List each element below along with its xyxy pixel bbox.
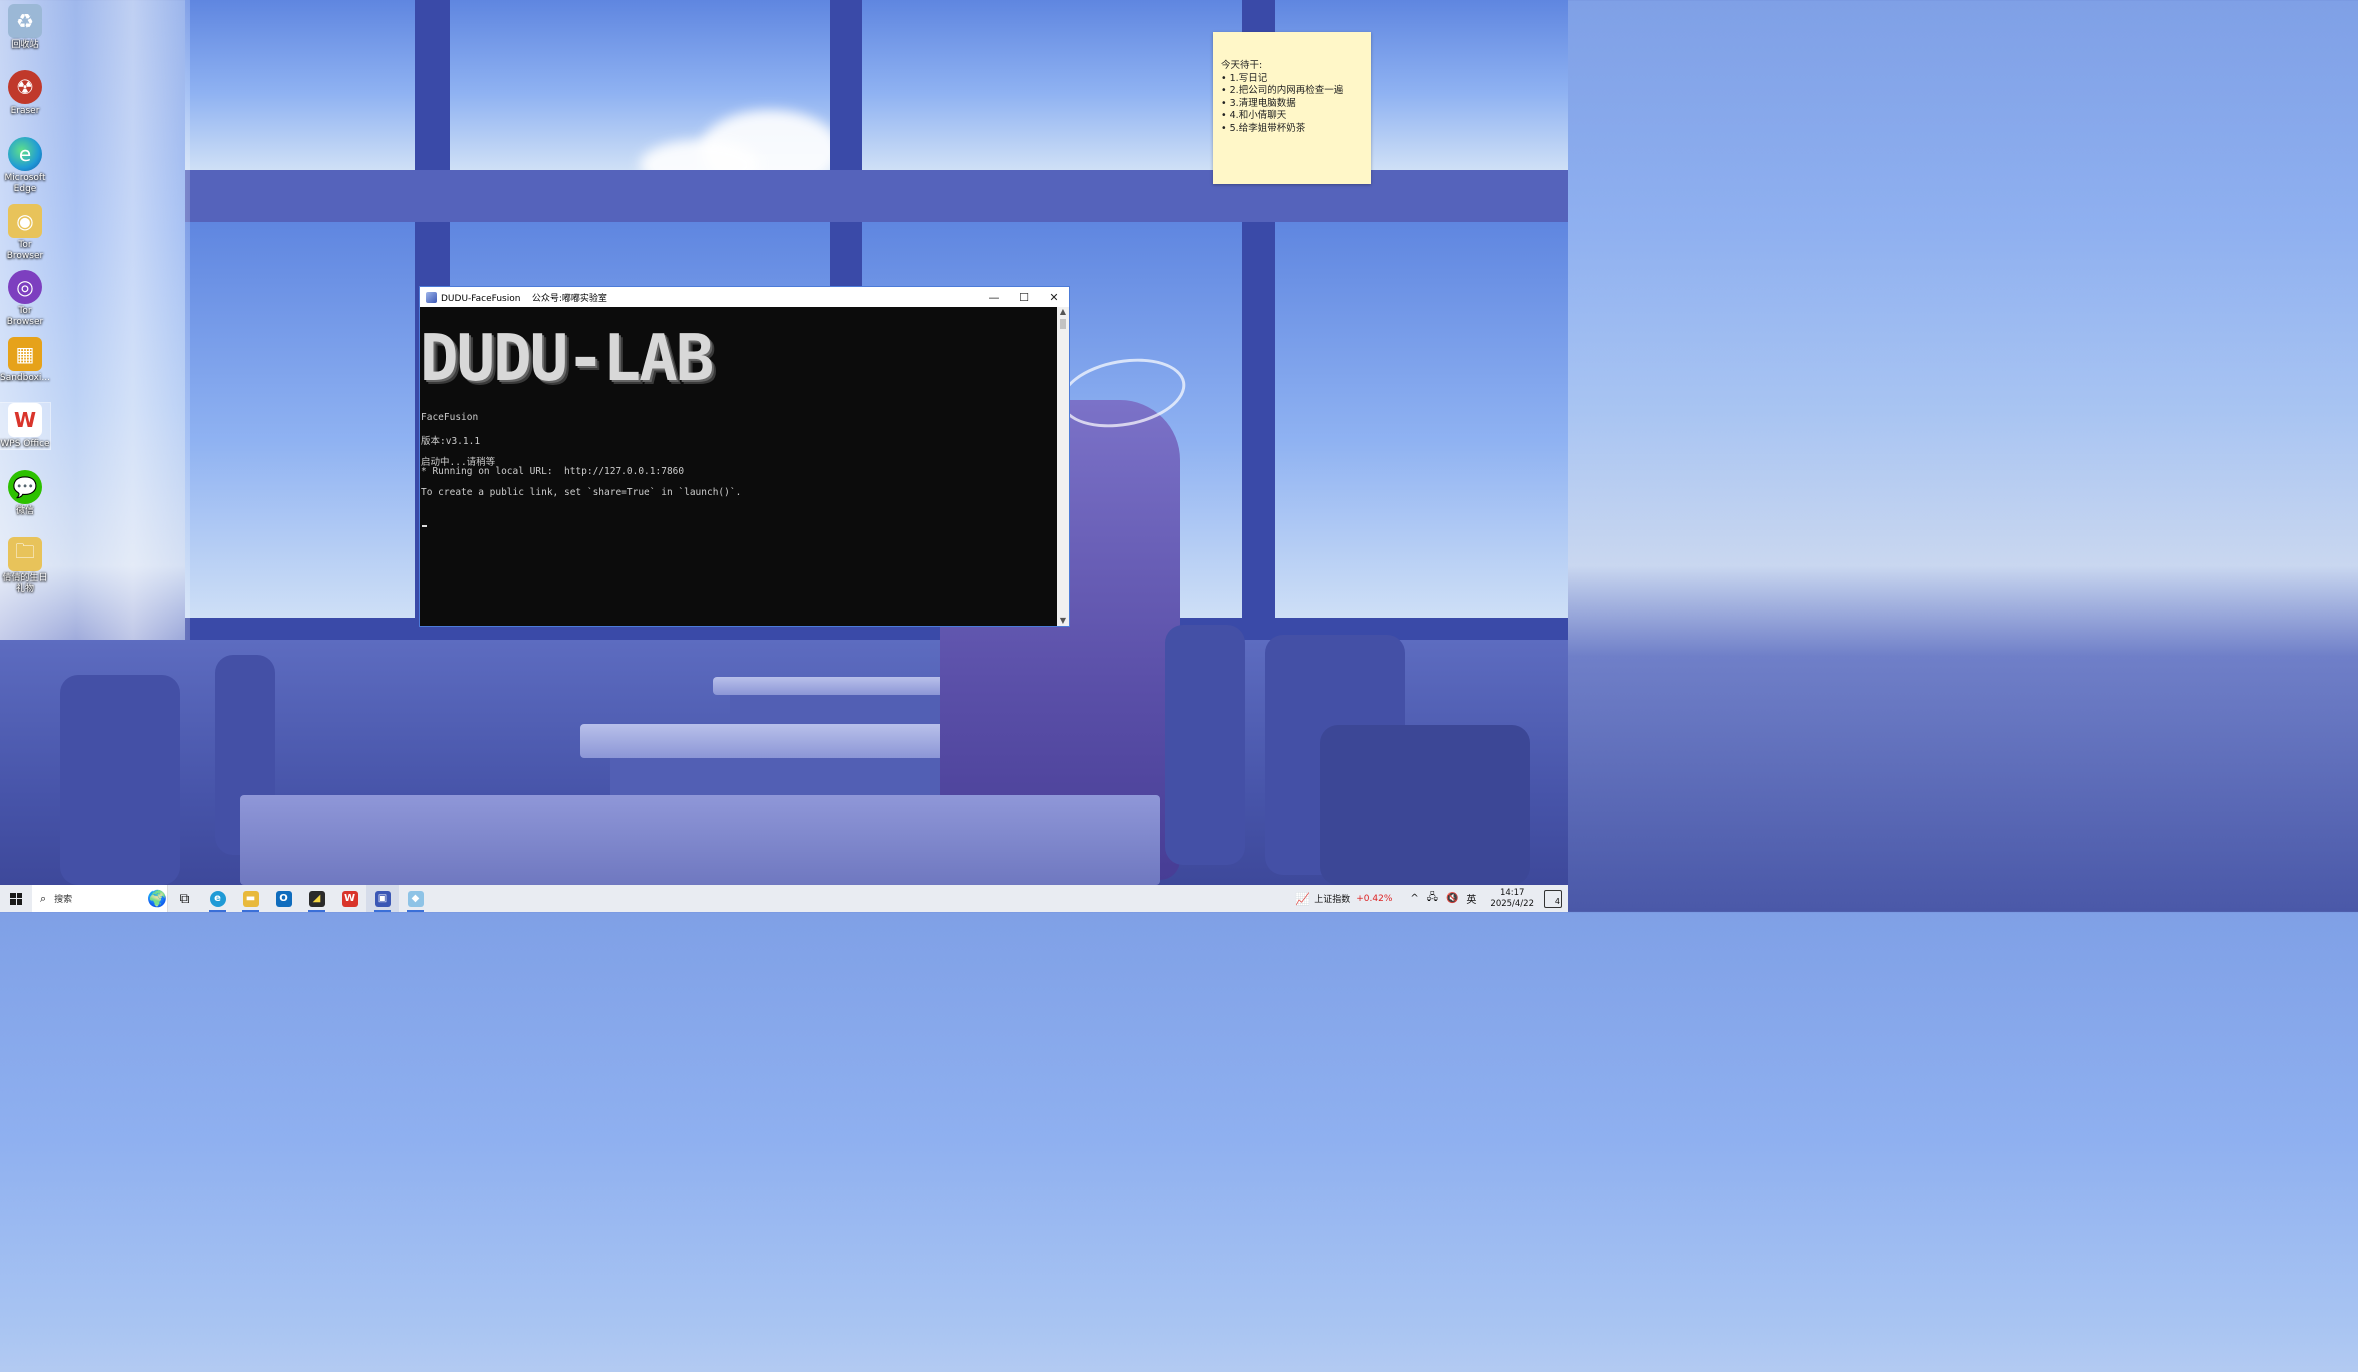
folder-icon: 🗀 [8,537,42,571]
note-item: 4.和小倩聊天 [1221,110,1363,123]
sticky-note[interactable]: 今天待干: 1.写日记 2.把公司的内网再检查一遍 3.清理电脑数据 4.和小倩… [1213,32,1371,184]
stock-name: 上证指数 [1314,895,1351,905]
console-line: * Running on local URL: http://127.0.0.1… [421,466,685,477]
ime-indicator[interactable]: 英 [1466,891,1476,906]
clock-time: 14:17 [1499,887,1525,898]
task-view-icon: ⧉ [179,890,190,907]
notification-center-button[interactable]: 4 [1544,889,1562,908]
icon-label: 回收站 [11,40,39,50]
note-title: 今天待干: [1221,60,1263,71]
text-cursor [422,525,427,527]
console-output[interactable]: DUDU-LAB FaceFusion 版本:v3.1.1 启动中...请稍等 … [420,307,1058,626]
icon-label: Tor Browser [6,240,44,261]
globe-icon: 🌍 [147,889,167,908]
taskbar: ⌕ 搜索 🌍 ⧉ e ▬ O ◢ W ▣ ◆ 📈 上证指数 +0.42% ^ 🖧… [0,885,1568,912]
notification-count: 4 [1554,896,1560,906]
note-item: 3.清理电脑数据 [1221,98,1363,111]
note-item: 2.把公司的内网再检查一遍 [1221,85,1363,98]
window-title: DUDU-FaceFusion 公众号:嘟嘟实验室 [441,293,607,304]
taskbar-outlook[interactable]: O [267,885,300,912]
scroll-thumb[interactable] [1060,319,1066,329]
icon-label: Eraser [10,106,40,116]
system-tray: 📈 上证指数 +0.42% ^ 🖧 🔇 英 14:17 2025/4/22 4 [1295,885,1568,912]
search-placeholder: 搜索 [54,895,73,905]
sandboxie-icon: ▦ [8,337,42,371]
edge-icon: e [8,137,42,171]
icon-label: Tor Browser [6,306,44,327]
note-item: 1.写日记 [1221,73,1363,86]
stock-widget[interactable]: 📈 上证指数 +0.42% [1295,892,1392,906]
wechat-icon: 💬 [8,470,42,504]
desktop-icon-sandboxie[interactable]: ▦ Sandboxi... [0,337,50,384]
desktop-icon-edge[interactable]: e Microsoft Edge [0,137,50,195]
stock-change: +0.42% [1356,893,1393,904]
clock[interactable]: 14:17 2025/4/22 [1490,888,1534,910]
ascii-banner: DUDU-LAB [420,322,714,396]
volume-muted-icon[interactable]: 🔇 [1446,893,1458,904]
taskbar-app[interactable]: ◆ [399,885,432,912]
clock-date: 2025/4/22 [1490,898,1534,909]
console-line: To create a public link, set `share=True… [421,487,742,498]
recycle-bin-icon: ♻ [8,4,42,38]
sticky-notes-icon: ◢ [308,890,325,907]
task-view-button[interactable]: ⧉ [168,885,201,912]
stock-up-icon: 📈 [1295,891,1311,906]
outlook-icon: O [275,890,292,907]
start-button[interactable] [0,885,32,912]
icon-label: Sandboxi... [0,373,50,383]
desktop-icon-wechat[interactable]: 💬 微信 [0,470,50,517]
maximize-button[interactable]: ☐ [1009,287,1039,307]
desktop-icon-eraser[interactable]: ☢ Eraser [0,70,50,117]
folder-icon: ▬ [242,890,259,907]
note-item: 5.给李姐带杯奶茶 [1221,123,1363,136]
desktop-icon-tor-folder[interactable]: ◉ Tor Browser [0,204,50,262]
vertical-scrollbar[interactable]: ▲ ▼ [1057,307,1069,626]
icon-label: 微信 [15,506,34,516]
wps-icon: W [341,890,358,907]
taskbar-edge[interactable]: e [201,885,234,912]
desktop-icon-tor-browser[interactable]: ◎ Tor Browser [0,270,50,328]
taskbar-search[interactable]: ⌕ 搜索 🌍 [32,885,168,912]
eraser-icon: ☢ [8,70,42,104]
minimize-button[interactable]: — [979,287,1009,307]
close-button[interactable]: ✕ [1039,287,1069,307]
desktop-icon-wps[interactable]: W WPS Office [0,402,51,450]
icon-label: Microsoft Edge [4,173,46,194]
tor-folder-icon: ◉ [8,204,42,238]
icon-label: 倩倩的生日礼物 [2,573,48,594]
icon-label: WPS Office [0,439,50,449]
desktop-icon-recycle-bin[interactable]: ♻ 回收站 [0,4,50,51]
note-list: 1.写日记 2.把公司的内网再检查一遍 3.清理电脑数据 4.和小倩聊天 5.给… [1221,73,1363,136]
console-window[interactable]: DUDU-FaceFusion 公众号:嘟嘟实验室 — ☐ ✕ DUDU-LAB… [419,286,1070,627]
network-icon[interactable]: 🖧 [1427,890,1438,907]
app-icon: ◆ [407,890,424,907]
console-line: FaceFusion [421,412,479,423]
desktop-icon-folder[interactable]: 🗀 倩倩的生日礼物 [0,537,50,595]
search-icon: ⌕ [40,891,47,905]
taskbar-console[interactable]: ▣ [366,885,399,912]
window-titlebar[interactable]: DUDU-FaceFusion 公众号:嘟嘟实验室 — ☐ ✕ [420,287,1069,307]
app-icon [426,291,437,303]
console-app-icon: ▣ [374,890,391,907]
scroll-up-arrow-icon[interactable]: ▲ [1057,307,1069,317]
scroll-down-arrow-icon[interactable]: ▼ [1057,616,1069,626]
tor-browser-icon: ◎ [8,270,42,304]
taskbar-wps[interactable]: W [333,885,366,912]
windows-logo-icon [10,892,22,905]
taskbar-file-explorer[interactable]: ▬ [234,885,267,912]
wps-icon: W [8,403,42,437]
chevron-up-icon[interactable]: ^ [1410,893,1418,904]
console-line: 版本:v3.1.1 [421,436,481,447]
edge-icon: e [209,890,226,907]
taskbar-sticky-notes[interactable]: ◢ [300,885,333,912]
